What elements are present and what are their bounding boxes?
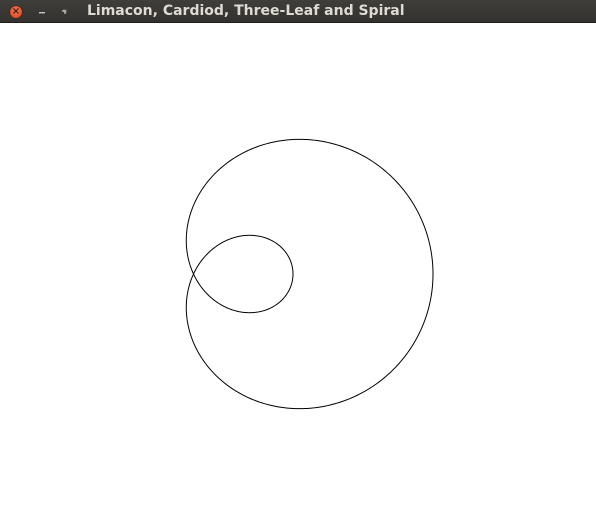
app-window: × Limacon, Cardiod, Three-Leaf and Spira… bbox=[0, 0, 596, 520]
minimize-icon bbox=[39, 11, 45, 13]
close-icon: × bbox=[11, 5, 21, 17]
curve-drawing bbox=[185, 138, 434, 410]
minimize-button[interactable] bbox=[37, 5, 47, 19]
window-controls: × bbox=[9, 4, 69, 19]
limacon-curve bbox=[185, 138, 434, 410]
title-bar[interactable]: × Limacon, Cardiod, Three-Leaf and Spira… bbox=[0, 0, 596, 23]
window-title: Limacon, Cardiod, Three-Leaf and Spiral bbox=[87, 3, 405, 19]
close-button[interactable]: × bbox=[9, 4, 23, 19]
maximize-icon bbox=[62, 9, 67, 14]
maximize-button[interactable] bbox=[59, 5, 69, 19]
drawing-canvas[interactable] bbox=[0, 23, 596, 520]
